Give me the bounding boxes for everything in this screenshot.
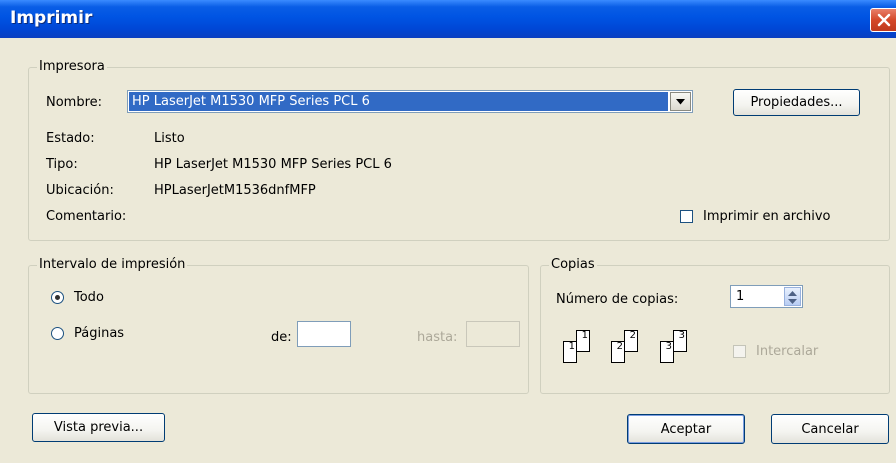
collate-checkbox[interactable] [733, 345, 746, 358]
from-label: de: [271, 330, 292, 345]
status-value: Listo [154, 131, 185, 146]
chevron-down-icon [676, 99, 685, 105]
all-pages-radio[interactable] [51, 291, 64, 304]
collate-page-icon: 3 [660, 341, 674, 363]
location-label: Ubicación: [46, 183, 114, 198]
pages-label[interactable]: Páginas [74, 326, 124, 342]
window-title: Imprimir [10, 8, 93, 28]
preview-button[interactable]: Vista previa... [32, 413, 165, 442]
collate-label[interactable]: Intercalar [756, 344, 818, 360]
pages-radio[interactable] [51, 327, 64, 340]
collate-page-icon: 2 [624, 330, 638, 352]
print-to-file-label[interactable]: Imprimir en archivo [703, 209, 831, 225]
close-icon [877, 13, 891, 27]
type-label: Tipo: [46, 157, 78, 172]
spin-up-icon[interactable] [788, 291, 797, 296]
from-page-input[interactable] [297, 321, 351, 347]
to-label: hasta: [417, 330, 458, 345]
location-value: HPLaserJetM1536dnfMFP [154, 183, 316, 198]
printer-name-value: HP LaserJet M1530 MFP Series PCL 6 [129, 92, 668, 111]
title-bar[interactable]: Imprimir [0, 0, 896, 38]
status-label: Estado: [46, 131, 95, 146]
type-value: HP LaserJet M1530 MFP Series PCL 6 [154, 157, 392, 172]
ok-button[interactable]: Aceptar [627, 414, 745, 444]
copies-legend: Copias [549, 257, 597, 273]
printer-name-select[interactable]: HP LaserJet M1530 MFP Series PCL 6 [127, 90, 693, 113]
radio-selected-dot [55, 295, 60, 300]
print-to-file-checkbox[interactable] [680, 210, 693, 223]
spin-down-icon[interactable] [788, 299, 797, 304]
to-page-input[interactable] [466, 321, 520, 347]
printer-name-label: Nombre: [46, 95, 103, 110]
printer-group-legend: Impresora [37, 59, 107, 75]
collate-page-icon: 3 [673, 330, 687, 352]
collate-page-icon: 2 [611, 341, 625, 363]
properties-button[interactable]: Propiedades... [733, 89, 860, 116]
all-pages-label[interactable]: Todo [74, 290, 104, 306]
collate-page-icon: 1 [563, 341, 577, 363]
comment-label: Comentario: [46, 209, 127, 224]
copies-count-label: Número de copias: [556, 292, 679, 307]
print-range-legend: Intervalo de impresión [37, 257, 188, 273]
copies-count-spinner[interactable]: 1 [730, 285, 803, 308]
dropdown-arrow-button[interactable] [670, 92, 691, 111]
spin-buttons[interactable] [784, 287, 801, 306]
copies-count-value: 1 [736, 289, 745, 304]
close-button[interactable] [870, 8, 896, 32]
collate-page-icon: 1 [576, 330, 590, 352]
copies-group: Copias [540, 257, 890, 394]
cancel-button[interactable]: Cancelar [771, 414, 889, 444]
